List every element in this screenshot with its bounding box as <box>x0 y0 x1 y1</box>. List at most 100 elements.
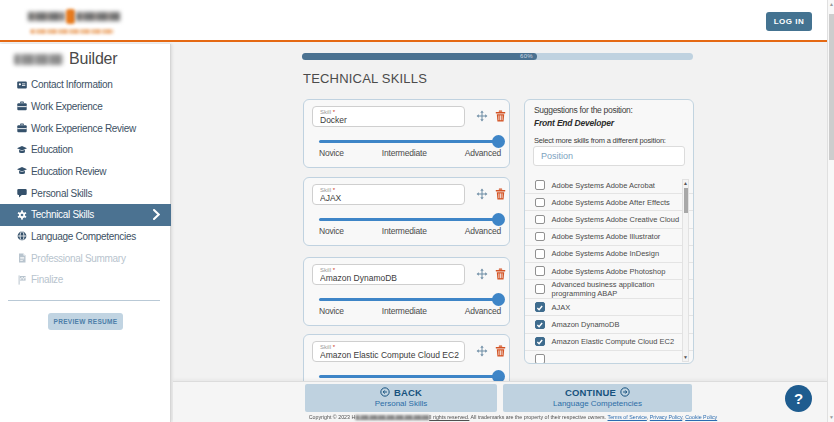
suggestion-checkbox[interactable] <box>535 215 545 225</box>
sidebar-nav: Contact Information Work Experience Work… <box>0 74 171 291</box>
page-scrollbar[interactable]: ▲ ▼ <box>827 0 834 422</box>
main-content: 60% TECHNICAL SKILLS Skill * Docker Novi… <box>173 44 827 422</box>
suggestion-checkbox[interactable] <box>535 337 545 347</box>
graduation-cap-icon <box>17 145 27 155</box>
back-arrow-icon <box>380 387 390 397</box>
help-button[interactable]: ? <box>785 385 812 412</box>
suggestion-checkbox[interactable] <box>535 354 545 364</box>
suggestion-item[interactable]: Advanced business application programmin… <box>525 280 693 299</box>
suggestion-item[interactable]: Adobe Systems Adobe After Effects <box>525 194 693 211</box>
page-scrollbar-thumb[interactable] <box>829 14 834 160</box>
skill-value: Amazon DynamoDB <box>320 273 464 284</box>
continue-button[interactable]: CONTINUE Language Competencies <box>503 384 692 412</box>
suggestion-checkbox[interactable] <box>535 180 545 190</box>
sidebar-item[interactable]: Education Review <box>0 161 171 183</box>
suggestion-label: Adobe Systems Adobe Photoshop <box>552 267 666 276</box>
suggestion-checkbox[interactable] <box>535 320 545 330</box>
sidebar-item-label: Technical Skills <box>31 209 94 220</box>
slider-label-intermediate: Intermediate <box>382 306 427 316</box>
page-scroll-up-icon[interactable]: ▲ <box>828 2 834 7</box>
back-button-sub: Personal Skills <box>375 399 427 408</box>
suggestion-checkbox[interactable] <box>535 198 545 208</box>
suggestion-item[interactable]: AJAX <box>525 299 693 316</box>
briefcase-icon <box>17 123 27 133</box>
trash-icon[interactable] <box>495 108 506 120</box>
suggestion-item[interactable]: Adobe Systems Adobe InDesign <box>525 246 693 263</box>
skill-input[interactable]: Skill * Amazon DynamoDB <box>312 264 465 285</box>
skill-value: AJAX <box>320 193 464 204</box>
globe-icon <box>17 231 27 241</box>
sidebar-item[interactable]: Language Competencies <box>0 226 171 248</box>
move-icon[interactable] <box>476 108 488 120</box>
suggestion-item[interactable]: Adobe Systems Adobe Acrobat <box>525 177 693 194</box>
back-button[interactable]: BACK Personal Skills <box>305 384 497 412</box>
suggestion-item[interactable]: Amazon Elastic Compute Cloud EC2 <box>525 334 693 351</box>
sidebar-title: Builder <box>14 50 117 68</box>
suggestion-item[interactable]: Adobe Systems Adobe Creative Cloud <box>525 211 693 228</box>
move-icon[interactable] <box>476 266 488 278</box>
slider-label-intermediate: Intermediate <box>382 226 427 236</box>
suggestion-checkbox[interactable] <box>535 266 545 276</box>
skill-level-slider[interactable] <box>319 140 501 143</box>
suggestion-checkbox[interactable] <box>535 284 545 294</box>
list-scrollbar-thumb[interactable] <box>684 188 688 213</box>
skill-input[interactable]: Skill * AJAX <box>312 184 465 205</box>
briefcase-icon <box>17 101 27 111</box>
skill-level-slider[interactable] <box>319 298 501 301</box>
sidebar-item[interactable]: Finalize <box>0 269 171 291</box>
page-title: TECHNICAL SKILLS <box>303 71 427 86</box>
suggestion-item[interactable]: Adobe Systems Adobe Illustrator <box>525 229 693 246</box>
slider-handle[interactable] <box>492 135 505 148</box>
suggestions-panel: Suggestions for the position: Front End … <box>524 99 694 364</box>
sidebar-item[interactable]: Contact Information <box>0 74 171 96</box>
sidebar-item[interactable]: Professional Summary <box>0 247 171 269</box>
skill-card: Skill * Docker Novice Intermediate Advan… <box>303 99 510 168</box>
scroll-up-icon[interactable]: ▲ <box>683 181 688 186</box>
suggestion-checkbox[interactable] <box>535 232 545 242</box>
sidebar-item[interactable]: Personal Skills <box>0 182 171 204</box>
move-icon[interactable] <box>476 343 488 355</box>
sidebar-item[interactable]: Work Experience Review <box>0 117 171 139</box>
login-button[interactable]: LOG IN <box>766 12 812 31</box>
suggestion-label: Adobe Systems Adobe InDesign <box>552 249 660 258</box>
list-scrollbar[interactable]: ▲ ▼ <box>682 179 689 362</box>
suggestion-item[interactable]: Amazon DynamoDB <box>525 316 693 333</box>
trash-icon[interactable] <box>495 266 506 278</box>
position-input[interactable]: Position <box>533 146 685 166</box>
cookie-link[interactable]: Cookie Policy <box>685 414 717 420</box>
trash-icon[interactable] <box>495 343 506 355</box>
scroll-down-icon[interactable]: ▼ <box>683 355 688 360</box>
preview-resume-button[interactable]: PREVIEW RESUME <box>48 313 123 330</box>
suggestion-label: Adobe Systems Adobe Creative Cloud <box>552 215 680 224</box>
flag-icon <box>17 275 27 285</box>
progress-bar: 60% <box>302 53 693 60</box>
slider-label-advanced: Advanced <box>465 226 501 236</box>
slider-handle[interactable] <box>492 293 505 306</box>
skill-input[interactable]: Skill * Docker <box>312 106 465 127</box>
slider-label-novice: Novice <box>319 226 344 236</box>
sidebar-item[interactable]: Technical Skills <box>0 204 171 226</box>
skill-input[interactable]: Skill * Amazon Elastic Compute Cloud EC2 <box>312 341 465 362</box>
privacy-link[interactable]: Privacy Policy <box>650 414 682 420</box>
suggestion-item[interactable] <box>525 351 693 364</box>
top-bar: LOG IN <box>0 0 834 42</box>
position-placeholder: Position <box>541 151 573 161</box>
move-icon[interactable] <box>476 186 488 198</box>
sidebar-item[interactable]: Work Experience <box>0 96 171 118</box>
sidebar-title-text: Builder <box>69 50 117 68</box>
suggestion-item[interactable]: Adobe Systems Adobe Photoshop <box>525 263 693 280</box>
suggestion-checkbox[interactable] <box>535 302 545 312</box>
sidebar-item[interactable]: Education <box>0 139 171 161</box>
suggestion-label: Adobe Systems Adobe Acrobat <box>552 181 655 190</box>
page-scroll-down-icon[interactable]: ▼ <box>828 415 834 420</box>
sidebar-item-label: Finalize <box>31 274 63 285</box>
trash-icon[interactable] <box>495 186 506 198</box>
skill-level-slider[interactable] <box>319 375 501 378</box>
suggestion-checkbox[interactable] <box>535 249 545 259</box>
copyright-line: Copyright © 2023 Hll rights reserved. Al… <box>225 414 801 420</box>
terms-link[interactable]: Terms of Service <box>608 414 647 420</box>
slider-handle[interactable] <box>492 213 505 226</box>
skill-value: Docker <box>320 115 464 126</box>
sidebar: Builder Contact Information Work Experie… <box>0 44 171 422</box>
skill-level-slider[interactable] <box>319 218 501 221</box>
